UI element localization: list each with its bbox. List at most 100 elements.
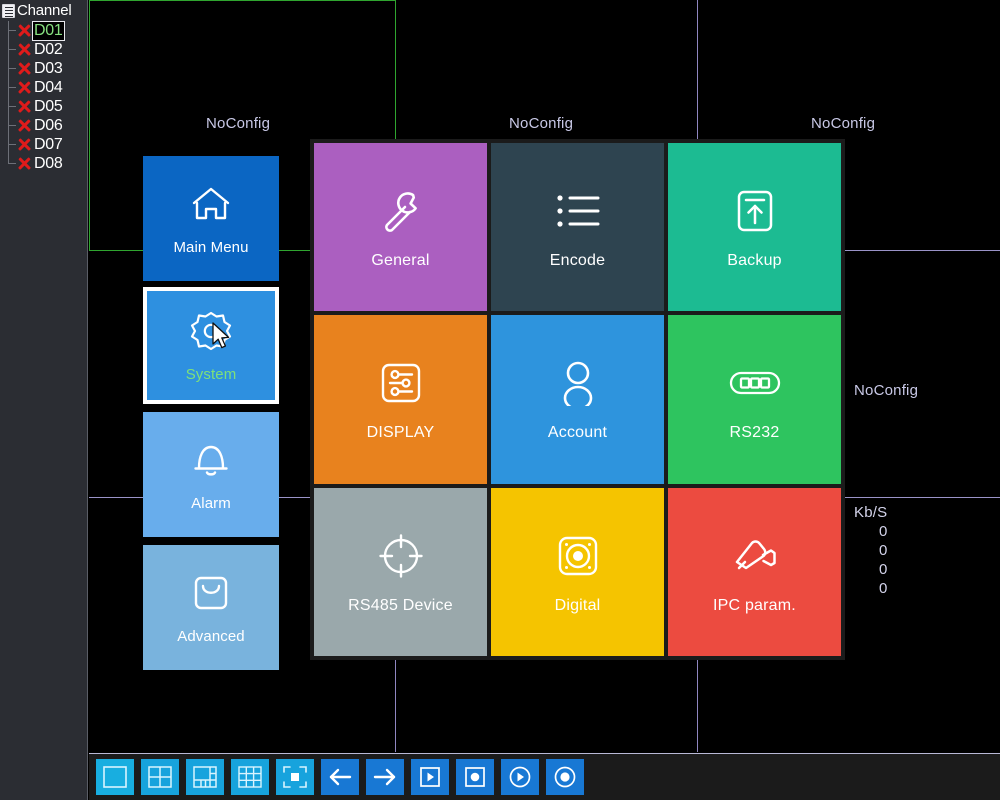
tile-label: RS485 Device xyxy=(348,596,453,614)
bitrate-value: 0 xyxy=(879,561,888,578)
bottom-toolbar xyxy=(89,753,1000,800)
crosshair-icon xyxy=(374,529,428,583)
channel-label: D06 xyxy=(34,116,63,134)
channel-item-d08[interactable]: D08 xyxy=(0,154,87,173)
menu-item-label: Advanced xyxy=(177,628,245,645)
fullscreen-button[interactable] xyxy=(276,759,314,795)
previous-button[interactable] xyxy=(321,759,359,795)
tile-account[interactable]: Account xyxy=(491,315,664,484)
bitrate-value: 0 xyxy=(879,580,888,597)
menu-item-label: Alarm xyxy=(191,495,231,512)
six-view-button[interactable] xyxy=(186,759,224,795)
channel-label: D03 xyxy=(34,59,63,77)
red-x-icon xyxy=(16,155,33,172)
channel-item-d05[interactable]: D05 xyxy=(0,97,87,116)
menu-item-system[interactable]: System xyxy=(143,287,279,404)
red-x-icon xyxy=(16,98,33,115)
pane-status-label: NoConfig xyxy=(509,115,574,132)
menu-item-alarm[interactable]: Alarm xyxy=(143,412,279,537)
tile-label: Digital xyxy=(554,596,601,614)
next-button[interactable] xyxy=(366,759,404,795)
main-menu-nav: Main Menu System Alarm Advanced xyxy=(143,156,279,670)
record-button[interactable] xyxy=(456,759,494,795)
red-x-icon xyxy=(16,79,33,96)
tree-branch xyxy=(8,125,16,126)
quad-view-button[interactable] xyxy=(141,759,179,795)
bullet-camera-icon xyxy=(728,529,782,583)
channel-list: D01 D02 D03 D04 D05 D06 D07 D08 xyxy=(0,20,87,173)
gear-icon xyxy=(188,308,234,354)
dome-camera-icon xyxy=(551,529,605,583)
single-view-button[interactable] xyxy=(96,759,134,795)
tile-label: IPC param. xyxy=(713,596,796,614)
tree-branch xyxy=(8,144,16,145)
bell-icon xyxy=(188,437,234,483)
channel-item-d01[interactable]: D01 xyxy=(0,20,87,41)
tile-display[interactable]: DISPLAY xyxy=(314,315,487,484)
channel-item-d06[interactable]: D06 xyxy=(0,116,87,135)
channel-label: D01 xyxy=(31,20,66,41)
menu-item-label: System xyxy=(185,366,237,383)
tile-general[interactable]: General xyxy=(314,143,487,312)
upload-box-icon xyxy=(728,184,782,238)
bitrate-stats: Kb/S 0 0 0 0 xyxy=(854,503,887,598)
user-icon xyxy=(551,356,605,410)
channel-item-d03[interactable]: D03 xyxy=(0,59,87,78)
menu-item-main-menu[interactable]: Main Menu xyxy=(143,156,279,281)
tree-branch xyxy=(8,106,16,107)
channel-sidebar: Channel D01 D02 D03 D04 D05 D06 D07 D08 xyxy=(0,0,88,800)
pane-status-label: NoConfig xyxy=(854,382,919,399)
channel-label: D04 xyxy=(34,78,63,96)
tile-backup[interactable]: Backup xyxy=(668,143,841,312)
pane-status-label: NoConfig xyxy=(811,115,876,132)
tile-label: Encode xyxy=(549,252,606,270)
tree-branch xyxy=(8,163,16,164)
red-x-icon xyxy=(16,117,33,134)
list-document-icon xyxy=(2,3,15,18)
channel-item-d07[interactable]: D07 xyxy=(0,135,87,154)
channel-label: D08 xyxy=(34,154,63,172)
tile-label: RS232 xyxy=(729,424,780,442)
channel-sidebar-header: Channel xyxy=(0,0,87,20)
serial-port-icon xyxy=(728,356,782,410)
red-x-icon xyxy=(16,41,33,58)
menu-item-advanced[interactable]: Advanced xyxy=(143,545,279,670)
tile-label: Backup xyxy=(727,252,782,270)
channel-label: D07 xyxy=(34,135,63,153)
tile-digital[interactable]: Digital xyxy=(491,487,664,656)
tile-rs232[interactable]: RS232 xyxy=(668,315,841,484)
channel-item-d02[interactable]: D02 xyxy=(0,40,87,59)
channel-sidebar-title: Channel xyxy=(17,2,72,19)
tree-branch xyxy=(8,68,16,69)
tile-label: General xyxy=(371,252,430,270)
record-circle-button[interactable] xyxy=(546,759,584,795)
bitrate-value: 0 xyxy=(879,523,888,540)
playback-button[interactable] xyxy=(411,759,449,795)
tile-ipc-param[interactable]: IPC param. xyxy=(668,487,841,656)
pane-status-label: NoConfig xyxy=(206,115,271,132)
red-x-icon xyxy=(16,60,33,77)
dvr-live-view-screen: NoConfig NoConfig NoConfig NoConfig Kb/S… xyxy=(0,0,1000,800)
channel-item-d04[interactable]: D04 xyxy=(0,78,87,97)
sliders-icon xyxy=(374,356,428,410)
bitrate-unit-label: Kb/S xyxy=(854,504,888,521)
tile-label: Account xyxy=(547,424,608,442)
tree-branch xyxy=(8,49,16,50)
red-x-icon xyxy=(16,136,33,153)
tile-encode[interactable]: Encode xyxy=(491,143,664,312)
channel-label: D05 xyxy=(34,97,63,115)
tile-rs485-device[interactable]: RS485 Device xyxy=(314,487,487,656)
bitrate-value: 0 xyxy=(879,542,888,559)
nine-view-button[interactable] xyxy=(231,759,269,795)
tools-icon xyxy=(188,570,234,616)
tree-branch xyxy=(8,87,16,88)
system-settings-tile-grid: General Encode Backup DISPLAY Account RS… xyxy=(310,139,845,660)
list-icon xyxy=(551,184,605,238)
channel-label: D02 xyxy=(34,40,63,58)
play-circle-button[interactable] xyxy=(501,759,539,795)
wrench-icon xyxy=(374,184,428,238)
tree-branch xyxy=(8,30,16,31)
red-x-icon xyxy=(16,22,33,39)
home-icon xyxy=(188,181,234,227)
mouse-cursor-icon xyxy=(212,322,230,349)
